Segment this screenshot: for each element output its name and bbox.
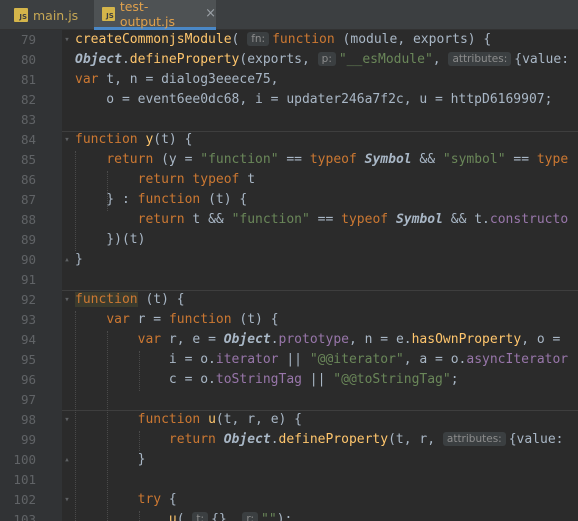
code-line[interactable]: 98 ▾ function u(t, r, e) { — [0, 410, 578, 430]
code-text: } : function (t) { — [75, 192, 248, 207]
code-line[interactable]: 89 })(t) — [0, 230, 578, 250]
fold-marker-icon[interactable]: ▾ — [63, 410, 71, 430]
code-line[interactable]: 84 ▾ function y(t) { — [0, 130, 578, 150]
code-text: createCommonjsModule( fn: function (modul… — [75, 32, 492, 47]
fold-marker-icon[interactable]: ▾ — [63, 130, 71, 150]
code-text: var r, e = Object.prototype, n = e.hasOw… — [137, 332, 569, 347]
line-number: 87 — [20, 192, 36, 207]
code-text: return Object.defineProperty(t, r, attri… — [168, 432, 564, 447]
code-text: })(t) — [75, 232, 146, 247]
line-number: 97 — [20, 392, 36, 407]
code-line[interactable]: 79 ▾ createCommonjsModule( fn: function (mo… — [0, 30, 578, 50]
line-number: 93 — [20, 312, 36, 327]
line-number: 83 — [20, 112, 36, 127]
code-line[interactable]: 92 ▾ function (t) { — [0, 290, 578, 310]
code-line[interactable]: 96 c = o.toStringTag || "@@toStringTag"; — [0, 370, 578, 390]
line-number: 86 — [20, 172, 36, 187]
line-number: 90 — [20, 252, 36, 267]
fold-marker-icon[interactable]: ▾ — [63, 290, 71, 310]
javascript-file-icon: JS — [102, 6, 115, 21]
code-line[interactable]: 99 return Object.defineProperty(t, r, at… — [0, 430, 578, 450]
fold-marker-icon[interactable]: ▴ — [63, 250, 71, 270]
tab-test-output-js[interactable]: JS test-output.js × — [94, 0, 216, 30]
line-number: 96 — [20, 372, 36, 387]
line-number: 81 — [20, 72, 36, 87]
code-text: return t && "function" == typeof Symbol … — [137, 212, 569, 227]
code-line[interactable]: 80 Object.defineProperty(exports, p: "__es… — [0, 50, 578, 70]
code-line[interactable]: 93 var r = function (t) { — [0, 310, 578, 330]
fold-marker-icon[interactable]: ▾ — [63, 30, 71, 50]
code-line[interactable]: 94 var r, e = Object.prototype, n = e.ha… — [0, 330, 578, 350]
line-number: 102 — [13, 492, 36, 507]
line-number: 95 — [20, 352, 36, 367]
code-line[interactable]: 83 — [0, 110, 578, 130]
code-line[interactable]: 97 — [0, 390, 578, 410]
line-number: 89 — [20, 232, 36, 247]
code-line[interactable]: 100 ▴ } — [0, 450, 578, 470]
fold-marker-icon[interactable]: ▴ — [63, 450, 71, 470]
code-line[interactable]: 95 i = o.iterator || "@@iterator", a = o… — [0, 350, 578, 370]
javascript-file-icon: JS — [14, 8, 28, 22]
line-number: 91 — [20, 272, 36, 287]
code-line[interactable]: 85 return (y = "function" == typeof Symb… — [0, 150, 578, 170]
code-line[interactable]: 88 return t && "function" == typeof Symb… — [0, 210, 578, 230]
code-line[interactable]: 102 ▾ try { — [0, 490, 578, 510]
line-number: 82 — [20, 92, 36, 107]
line-number: 88 — [20, 212, 36, 227]
line-number: 98 — [20, 412, 36, 427]
code-text: try { — [137, 492, 177, 507]
code-text: } — [75, 452, 146, 467]
code-line[interactable]: 81 var t, n = dialog3eeece75, — [0, 70, 578, 90]
line-number: 103 — [13, 512, 36, 521]
code-text: return (y = "function" == typeof Symbol … — [106, 152, 569, 167]
line-number: 100 — [13, 452, 36, 467]
code-text: } — [75, 252, 83, 267]
tab-label: main.js — [33, 7, 79, 23]
line-number: 101 — [13, 472, 36, 487]
code-line[interactable]: 82 o = event6ee0dc68, i = updater246a7f2… — [0, 90, 578, 110]
code-text: u( t: {}, r: ""); — [75, 510, 292, 521]
code-editor[interactable]: 79 ▾ createCommonjsModule( fn: function (mo… — [0, 30, 578, 521]
line-number: 84 — [20, 132, 36, 147]
line-number: 94 — [20, 332, 36, 347]
code-text: function u(t, r, e) { — [137, 412, 302, 427]
code-text: Object.defineProperty(exports, p: "__esMo… — [75, 52, 570, 67]
code-line[interactable]: 91 — [0, 270, 578, 290]
code-text: var t, n = dialog3eeece75, — [75, 72, 279, 87]
editor-tab-bar: JS main.js JS test-output.js × — [0, 0, 578, 30]
line-number: 99 — [20, 432, 36, 447]
code-line[interactable]: 103 u( t: {}, r: ""); — [0, 510, 578, 521]
line-number: 79 — [20, 32, 36, 47]
code-text: function (t) { — [75, 292, 185, 307]
line-number: 85 — [20, 152, 36, 167]
code-line[interactable]: 101 — [0, 470, 578, 490]
code-text: return typeof t — [137, 172, 256, 187]
code-text: var r = function (t) { — [106, 312, 279, 327]
code-text: c = o.toStringTag || "@@toStringTag"; — [75, 372, 459, 387]
tab-main-js[interactable]: JS main.js — [14, 0, 94, 30]
code-line[interactable]: 87 } : function (t) { — [0, 190, 578, 210]
code-text: o = event6ee0dc68, i = updater246a7f2c, … — [75, 92, 553, 107]
code-line[interactable]: 90 ▴} — [0, 250, 578, 270]
code-text: function y(t) { — [75, 132, 193, 147]
close-tab-icon[interactable]: × — [205, 7, 216, 20]
line-number: 80 — [20, 52, 36, 67]
tab-label: test-output.js — [119, 0, 176, 29]
line-number: 92 — [20, 292, 36, 307]
fold-marker-icon[interactable]: ▾ — [63, 490, 71, 510]
code-text: i = o.iterator || "@@iterator", a = o.as… — [75, 352, 569, 367]
code-line[interactable]: 86 return typeof t — [0, 170, 578, 190]
